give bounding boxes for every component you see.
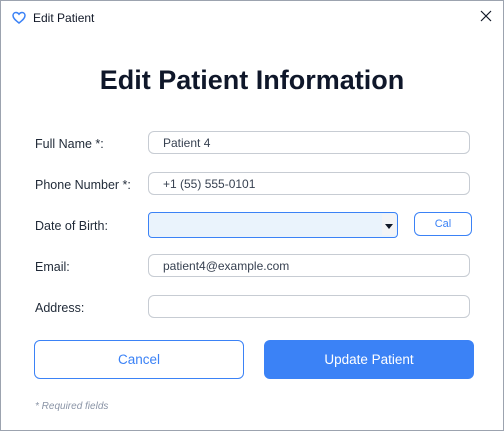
full-name-label: Full Name *: bbox=[35, 137, 104, 151]
dropdown-arrow-button[interactable] bbox=[382, 214, 396, 235]
phone-number-input[interactable] bbox=[148, 172, 470, 195]
update-patient-button[interactable]: Update Patient bbox=[264, 340, 474, 379]
heart-tooth-icon bbox=[12, 11, 26, 25]
close-button[interactable] bbox=[469, 1, 503, 35]
close-icon bbox=[480, 9, 492, 27]
phone-number-label: Phone Number *: bbox=[35, 178, 131, 192]
edit-patient-window: Edit Patient Edit Patient Information Fu… bbox=[0, 0, 504, 431]
title-bar[interactable]: Edit Patient bbox=[1, 1, 503, 35]
address-label: Address: bbox=[35, 301, 85, 315]
address-input[interactable] bbox=[148, 295, 470, 318]
window-title: Edit Patient bbox=[33, 11, 95, 25]
calendar-button[interactable]: Cal bbox=[414, 212, 472, 236]
chevron-down-icon bbox=[385, 216, 393, 234]
full-name-input[interactable] bbox=[148, 131, 470, 154]
cancel-button[interactable]: Cancel bbox=[34, 340, 244, 379]
required-fields-note: * Required fields bbox=[35, 401, 109, 412]
dob-label: Date of Birth: bbox=[35, 219, 108, 233]
dob-select[interactable] bbox=[148, 212, 398, 238]
email-label: Email: bbox=[35, 260, 70, 274]
email-input[interactable] bbox=[148, 254, 470, 277]
form-heading: Edit Patient Information bbox=[99, 65, 405, 95]
